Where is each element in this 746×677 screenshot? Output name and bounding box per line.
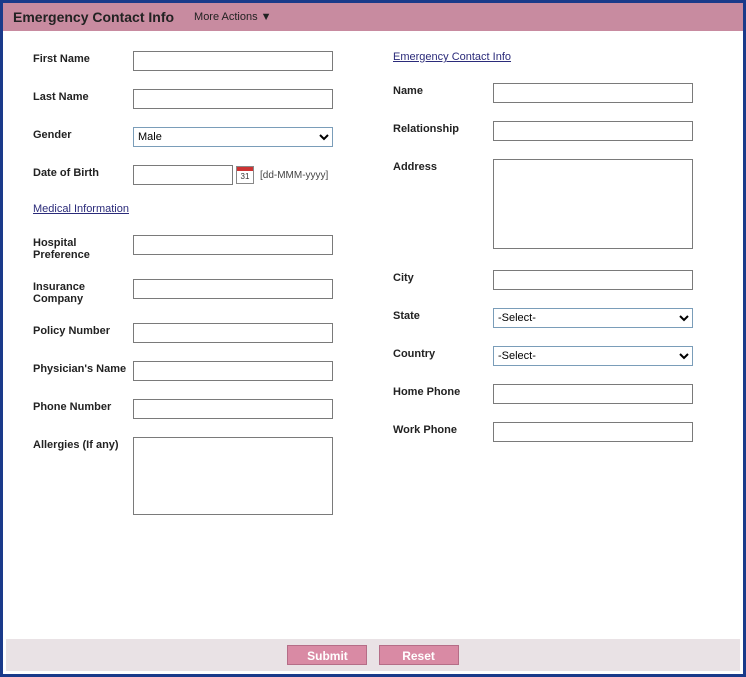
header-bar: Emergency Contact Info More Actions ▼ — [3, 3, 743, 31]
form-content: First Name Last Name Gender Male Date of… — [3, 31, 743, 546]
left-column: First Name Last Name Gender Male Date of… — [33, 51, 353, 536]
physician-input[interactable] — [133, 361, 333, 381]
more-actions-menu[interactable]: More Actions ▼ — [194, 11, 272, 23]
ec-name-label: Name — [393, 83, 493, 97]
state-select[interactable]: -Select- — [493, 308, 693, 328]
first-name-label: First Name — [33, 51, 133, 65]
dob-input[interactable] — [133, 165, 233, 185]
reset-button[interactable]: Reset — [379, 645, 459, 665]
form-container: Emergency Contact Info More Actions ▼ Fi… — [0, 0, 746, 677]
country-label: Country — [393, 346, 493, 360]
city-label: City — [393, 270, 493, 284]
dob-label: Date of Birth — [33, 165, 133, 179]
work-phone-label: Work Phone — [393, 422, 493, 436]
hospital-label: Hospital Preference — [33, 235, 133, 261]
city-input[interactable] — [493, 270, 693, 290]
right-column: Emergency Contact Info Name Relationship… — [393, 51, 713, 536]
hospital-input[interactable] — [133, 235, 333, 255]
medical-section-title: Medical Information — [33, 203, 353, 215]
allergy-textarea[interactable] — [133, 437, 333, 515]
calendar-icon[interactable]: 31 — [236, 166, 254, 184]
first-name-input[interactable] — [133, 51, 333, 71]
physician-label: Physician's Name — [33, 361, 133, 375]
phone-input[interactable] — [133, 399, 333, 419]
allergy-label: Allergies (If any) — [33, 437, 133, 451]
gender-select[interactable]: Male — [133, 127, 333, 147]
page-title: Emergency Contact Info — [13, 9, 174, 25]
emergency-section-title: Emergency Contact Info — [393, 51, 713, 63]
work-phone-input[interactable] — [493, 422, 693, 442]
address-label: Address — [393, 159, 493, 173]
insurance-label: Insurance Company — [33, 279, 133, 305]
policy-label: Policy Number — [33, 323, 133, 337]
relationship-input[interactable] — [493, 121, 693, 141]
dob-format-hint: [dd-MMM-yyyy] — [260, 170, 328, 181]
insurance-input[interactable] — [133, 279, 333, 299]
ec-name-input[interactable] — [493, 83, 693, 103]
last-name-label: Last Name — [33, 89, 133, 103]
relationship-label: Relationship — [393, 121, 493, 135]
last-name-input[interactable] — [133, 89, 333, 109]
footer-bar: Submit Reset — [6, 639, 740, 671]
address-textarea[interactable] — [493, 159, 693, 249]
country-select[interactable]: -Select- — [493, 346, 693, 366]
phone-label: Phone Number — [33, 399, 133, 413]
state-label: State — [393, 308, 493, 322]
submit-button[interactable]: Submit — [287, 645, 367, 665]
home-phone-label: Home Phone — [393, 384, 493, 398]
gender-label: Gender — [33, 127, 133, 141]
home-phone-input[interactable] — [493, 384, 693, 404]
policy-input[interactable] — [133, 323, 333, 343]
